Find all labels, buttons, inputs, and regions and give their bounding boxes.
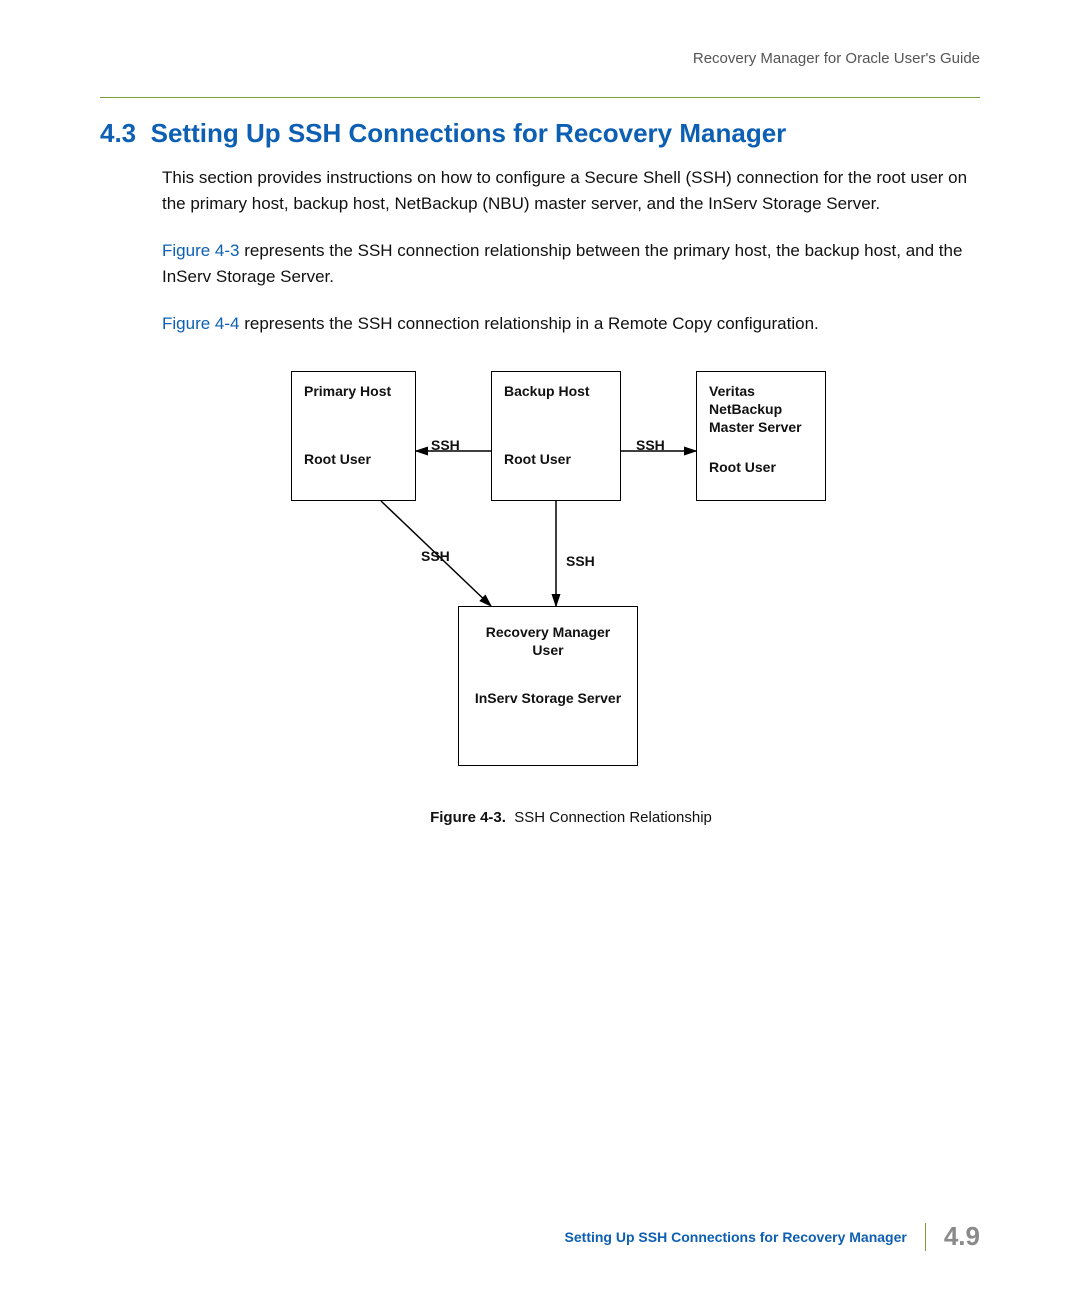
footer-page-number: 4.9 bbox=[944, 1221, 980, 1252]
section-number: 4.3 bbox=[100, 118, 136, 148]
figure-ref-4-4: Figure 4-4 bbox=[162, 314, 239, 333]
netbackup-box: Veritas NetBackup Master Server Root Use… bbox=[696, 371, 826, 501]
ssh-label-vert: SSH bbox=[566, 551, 595, 572]
ssh-label-left: SSH bbox=[431, 435, 460, 456]
paragraph-1: This section provides instructions on ho… bbox=[162, 165, 980, 216]
figure-ref-4-3: Figure 4-3 bbox=[162, 241, 239, 260]
ssh-label-right: SSH bbox=[636, 435, 665, 456]
ssh-diagram: Primary Host Root User Backup Host Root … bbox=[291, 361, 851, 791]
figure-caption-label: Figure 4-3. bbox=[430, 809, 506, 826]
figure-caption: Figure 4-3. SSH Connection Relationship bbox=[162, 807, 980, 830]
footer-title: Setting Up SSH Connections for Recovery … bbox=[565, 1229, 907, 1245]
primary-host-title: Primary Host bbox=[304, 382, 403, 400]
inserv-subtitle: InServ Storage Server bbox=[471, 689, 625, 707]
doc-title-header: Recovery Manager for Oracle User's Guide bbox=[100, 50, 980, 67]
backup-host-title: Backup Host bbox=[504, 382, 608, 400]
paragraph-2-rest: represents the SSH connection relationsh… bbox=[162, 241, 962, 286]
backup-host-bottom: Root User bbox=[504, 450, 608, 468]
paragraph-3-rest: represents the SSH connection relationsh… bbox=[239, 314, 818, 333]
page-footer: Setting Up SSH Connections for Recovery … bbox=[565, 1221, 980, 1252]
section-heading: 4.3 Setting Up SSH Connections for Recov… bbox=[100, 118, 980, 149]
ssh-label-diag: SSH bbox=[421, 546, 450, 567]
paragraph-2: Figure 4-3 represents the SSH connection… bbox=[162, 238, 980, 289]
netbackup-title: Veritas NetBackup Master Server bbox=[709, 382, 813, 437]
footer-separator bbox=[925, 1223, 926, 1251]
primary-host-box: Primary Host Root User bbox=[291, 371, 416, 501]
body-content: This section provides instructions on ho… bbox=[162, 165, 980, 829]
paragraph-3: Figure 4-4 represents the SSH connection… bbox=[162, 311, 980, 337]
backup-host-box: Backup Host Root User bbox=[491, 371, 621, 501]
netbackup-bottom: Root User bbox=[709, 458, 813, 476]
inserv-box: Recovery Manager User InServ Storage Ser… bbox=[458, 606, 638, 766]
top-divider bbox=[100, 97, 980, 98]
section-title-text: Setting Up SSH Connections for Recovery … bbox=[151, 118, 787, 148]
figure-caption-text: SSH Connection Relationship bbox=[514, 809, 712, 826]
inserv-title: Recovery Manager User bbox=[471, 623, 625, 659]
primary-host-bottom: Root User bbox=[304, 450, 403, 468]
